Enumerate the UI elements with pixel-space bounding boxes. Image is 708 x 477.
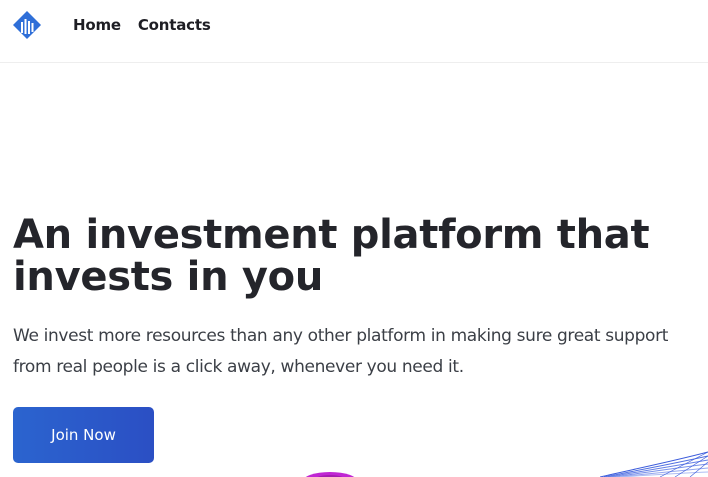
site-header: Home Contacts: [0, 0, 708, 63]
decorative-purple-orb: [305, 472, 355, 477]
hero-subtitle: We invest more resources than any other …: [13, 326, 669, 377]
nav-home-link[interactable]: Home: [73, 16, 121, 34]
logo-icon[interactable]: [11, 9, 43, 41]
decorative-wave-lines: [600, 451, 708, 477]
join-now-button[interactable]: Join Now: [13, 407, 154, 463]
hero-title: An investment platform that invests in y…: [13, 212, 650, 300]
nav-contacts-link[interactable]: Contacts: [138, 16, 211, 34]
main-nav: Home Contacts: [73, 16, 211, 34]
